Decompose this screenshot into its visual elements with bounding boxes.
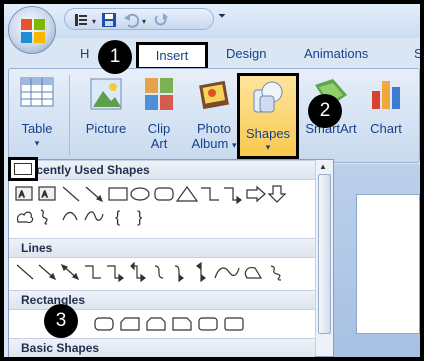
- tab-slide-show[interactable]: S: [414, 46, 420, 61]
- customize-toolbar-icon[interactable]: ⏷: [218, 11, 226, 22]
- section-basic-shapes: Basic Shapes: [9, 338, 315, 357]
- rectangle-shape-option[interactable]: [8, 157, 38, 181]
- chart-label: Chart: [370, 121, 402, 136]
- gallery-scrollbar[interactable]: ▲: [315, 160, 333, 356]
- table-label: Table: [21, 121, 53, 136]
- ribbon-insert: Table ▾ Picture Clip Art Photo Album ▾ C…: [8, 68, 420, 163]
- section-lines: Lines: [9, 238, 315, 258]
- photo-album-label-line1: Photo: [197, 121, 231, 136]
- layout-icon[interactable]: [73, 12, 89, 28]
- group-separator: [69, 75, 70, 155]
- save-icon[interactable]: [101, 12, 117, 28]
- picture-label: Picture: [85, 121, 127, 136]
- office-logo-icon: [21, 19, 45, 43]
- svg-text:}: }: [137, 209, 143, 226]
- step-callout-2: 2: [308, 94, 342, 128]
- table-dropdown-icon: ▾: [34, 138, 40, 148]
- quick-access-toolbar: ▾ ▾: [64, 8, 214, 30]
- clip-art-icon: [145, 78, 173, 110]
- recent-shapes-row-1[interactable]: A A: [15, 184, 315, 204]
- tab-insert[interactable]: Insert: [136, 42, 208, 70]
- ribbon-tabs: H Design Animations S: [4, 40, 420, 68]
- svg-text:A: A: [42, 190, 48, 199]
- shapes-icon: [253, 81, 283, 113]
- photo-album-icon: [199, 80, 229, 110]
- table-icon: [20, 77, 54, 107]
- app-window: ▾ ▾ ⏷ H Design Animations S Insert Table…: [4, 4, 420, 357]
- step-callout-1: 1: [98, 40, 132, 74]
- clip-art-label-line2: Art: [150, 136, 168, 151]
- photo-album-dropdown-icon: ▾: [231, 140, 237, 150]
- chart-icon: [372, 81, 400, 109]
- table-button[interactable]: Table ▾: [15, 77, 59, 151]
- clip-art-label-line1: Clip: [147, 121, 171, 136]
- step-callout-3: 3: [44, 304, 78, 338]
- tab-design[interactable]: Design: [226, 46, 266, 61]
- shapes-button[interactable]: Shapes ▾: [237, 73, 299, 159]
- picture-icon: [90, 78, 122, 110]
- recent-shapes-row-2[interactable]: { }: [15, 206, 315, 226]
- rectangle-icon: [14, 163, 32, 175]
- chart-button[interactable]: Chart: [363, 77, 409, 136]
- photo-album-button[interactable]: Photo Album ▾: [189, 77, 239, 153]
- shapes-label: Shapes: [245, 126, 291, 141]
- office-button[interactable]: [8, 6, 56, 54]
- layout-dropdown-icon[interactable]: ▾: [92, 17, 96, 26]
- svg-text:A: A: [19, 190, 25, 199]
- scroll-up-icon[interactable]: ▲: [319, 162, 327, 171]
- shapes-dropdown-icon: ▾: [265, 142, 271, 152]
- photo-album-label-line2: Album: [191, 136, 229, 151]
- tab-home[interactable]: H: [80, 46, 89, 61]
- redo-icon[interactable]: [153, 12, 169, 28]
- tab-animations[interactable]: Animations: [304, 46, 368, 61]
- section-recently-used: Recently Used Shapes: [9, 160, 315, 180]
- picture-button[interactable]: Picture: [81, 77, 131, 136]
- undo-dropdown-icon[interactable]: ▾: [142, 17, 146, 26]
- svg-text:{: {: [115, 209, 121, 226]
- lines-row[interactable]: [15, 262, 315, 282]
- slide-canvas[interactable]: [356, 194, 420, 334]
- clip-art-button[interactable]: Clip Art: [139, 77, 179, 151]
- scrollbar-thumb[interactable]: [318, 174, 331, 334]
- undo-icon[interactable]: [123, 12, 139, 28]
